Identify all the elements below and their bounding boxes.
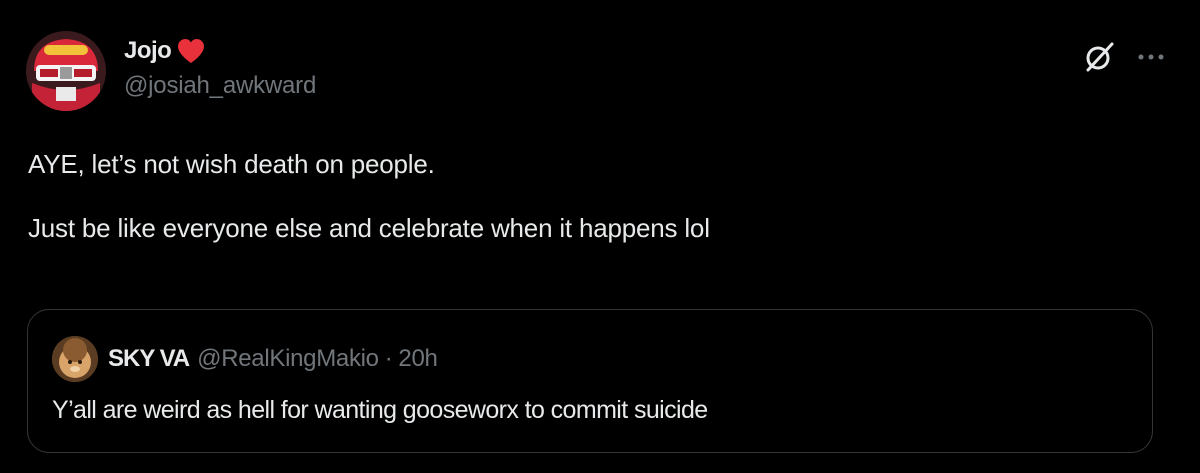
avatar[interactable] <box>26 31 106 111</box>
quote-avatar-image <box>52 336 98 382</box>
tweet-text-line-2: Just be like everyone else and celebrate… <box>28 213 710 243</box>
tweet: Jojo @josiah_awkward AYE, let’s not wish… <box>0 0 1200 473</box>
quote-display-name[interactable]: SKY VA <box>108 345 190 373</box>
tweet-text-line-1: AYE, let’s not wish death on people. <box>28 149 435 179</box>
top-actions <box>1082 40 1164 74</box>
quote-tweet-card[interactable]: SKY VA @RealKingMakio · 20h Y’all are we… <box>27 309 1153 453</box>
author-info: Jojo @josiah_awkward <box>124 34 316 100</box>
grok-icon[interactable] <box>1082 40 1116 74</box>
display-name[interactable]: Jojo <box>124 37 172 65</box>
quote-handle[interactable]: @RealKingMakio <box>197 345 379 373</box>
quote-text: Y’all are weird as hell for wanting goos… <box>52 396 708 424</box>
quote-avatar[interactable] <box>52 336 98 382</box>
quote-header: SKY VA @RealKingMakio · 20h <box>52 336 438 382</box>
avatar-image <box>26 31 106 111</box>
tweet-text: AYE, let’s not wish death on people. Jus… <box>28 148 1158 244</box>
handle[interactable]: @josiah_awkward <box>124 72 316 100</box>
heart-icon <box>177 38 205 64</box>
quote-timestamp[interactable]: 20h <box>398 345 437 373</box>
quote-separator: · <box>384 345 393 372</box>
name-row: Jojo <box>124 34 316 68</box>
more-icon[interactable] <box>1138 53 1164 61</box>
